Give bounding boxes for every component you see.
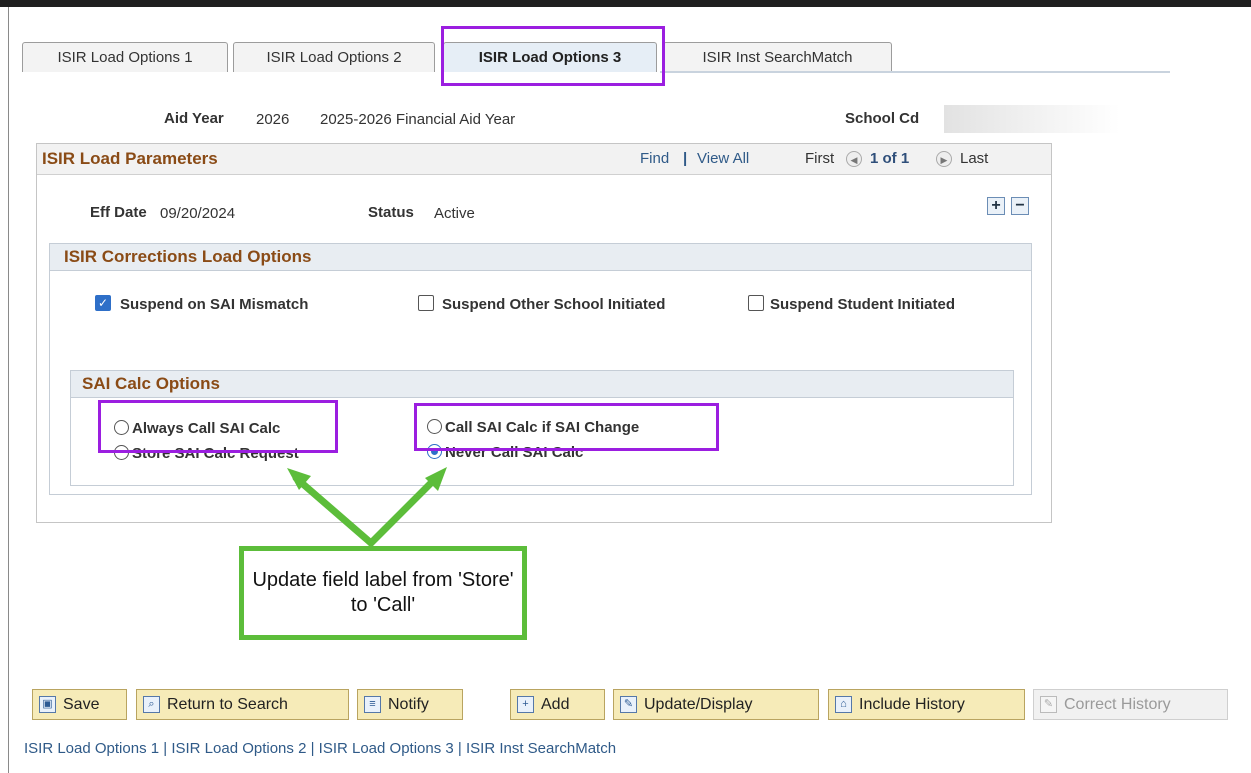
- footer-link-isir-inst-searchmatch[interactable]: ISIR Inst SearchMatch: [466, 740, 616, 757]
- update-display-icon: ✎: [620, 696, 637, 713]
- return-to-search-button[interactable]: ⌕ Return to Search: [136, 689, 349, 720]
- update-display-button[interactable]: ✎ Update/Display: [613, 689, 819, 720]
- save-button[interactable]: ▣ Save: [32, 689, 127, 720]
- add-button[interactable]: + Add: [510, 689, 605, 720]
- footer-separator: |: [453, 740, 466, 757]
- footer-link-isir-load-options-3[interactable]: ISIR Load Options 3: [319, 740, 454, 757]
- annotation-arrows: [287, 467, 447, 547]
- include-history-button[interactable]: ⌂ Include History: [828, 689, 1025, 720]
- arrow-left-shaft: [292, 474, 375, 547]
- search-icon: ⌕: [143, 696, 160, 713]
- footer-separator: |: [159, 740, 172, 757]
- notify-icon: ≡: [364, 696, 381, 713]
- include-history-icon: ⌂: [835, 696, 852, 713]
- return-to-search-label: Return to Search: [167, 696, 288, 713]
- correct-history-label: Correct History: [1064, 696, 1171, 713]
- correct-history-button: ✎ Correct History: [1033, 689, 1228, 720]
- notify-button[interactable]: ≡ Notify: [357, 689, 463, 720]
- include-history-label: Include History: [859, 696, 965, 713]
- update-display-label: Update/Display: [644, 696, 753, 713]
- footer-link-isir-load-options-1[interactable]: ISIR Load Options 1: [24, 740, 159, 757]
- arrow-right-shaft: [367, 472, 442, 547]
- save-button-label: Save: [63, 696, 100, 713]
- footer-separator: |: [306, 740, 319, 757]
- footer-link-isir-load-options-2[interactable]: ISIR Load Options 2: [171, 740, 306, 757]
- add-label: Add: [541, 696, 570, 713]
- annotation-note: Update field label from 'Store' to 'Call…: [239, 546, 527, 640]
- notify-label: Notify: [388, 696, 429, 713]
- correct-history-icon: ✎: [1040, 696, 1057, 713]
- save-icon: ▣: [39, 696, 56, 713]
- footer-links: ISIR Load Options 1 | ISIR Load Options …: [24, 740, 616, 757]
- add-icon: +: [517, 696, 534, 713]
